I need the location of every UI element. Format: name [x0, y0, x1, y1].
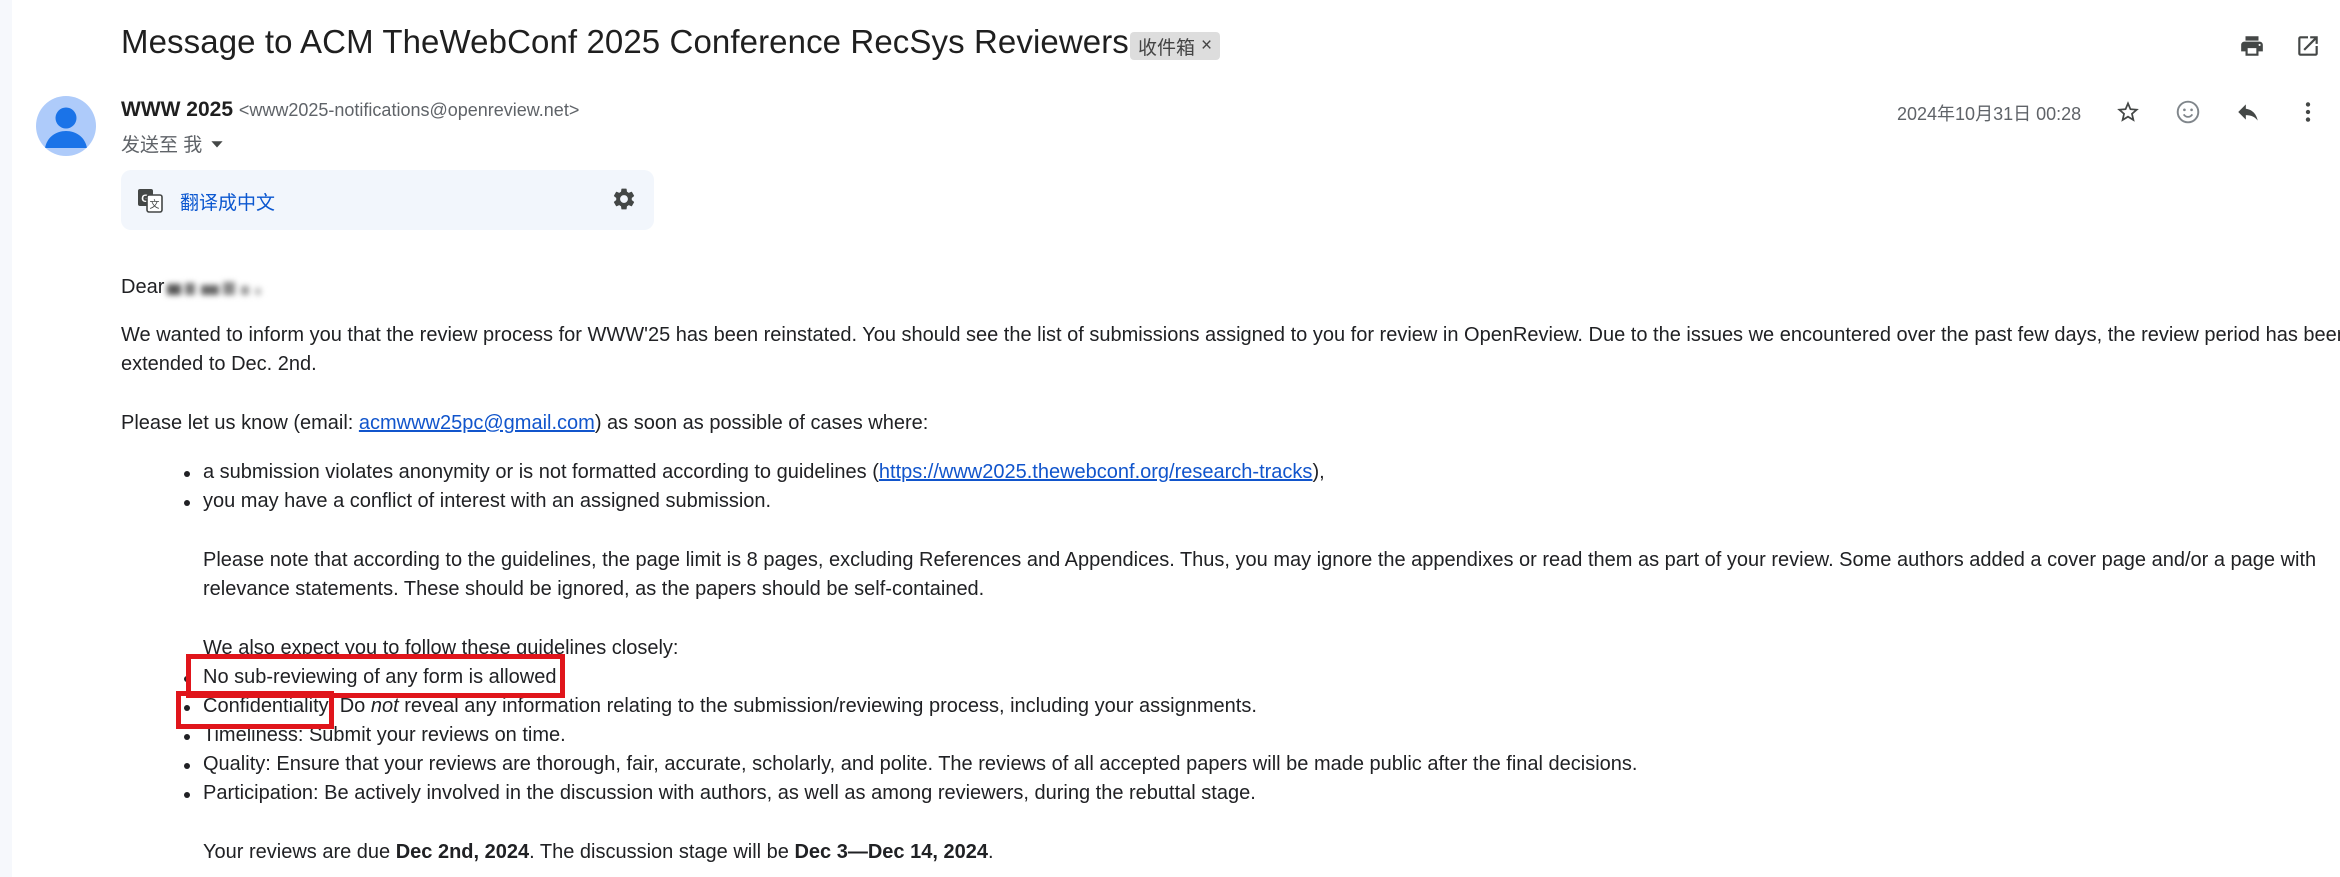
- inbox-label-text: 收件箱: [1138, 37, 1196, 59]
- bullet-dot: [184, 471, 190, 477]
- print-icon[interactable]: [2232, 26, 2272, 66]
- sender-avatar: [36, 96, 96, 156]
- emoji-reaction-icon[interactable]: [2168, 92, 2208, 132]
- p5-suffix: .: [987, 841, 994, 863]
- bullet-dot: [184, 792, 190, 798]
- greeting: Dear: [121, 276, 165, 298]
- paragraph-1-line-1: We wanted to inform you that the review …: [121, 324, 2340, 346]
- p5-middle: . The discussion stage will be: [529, 841, 795, 863]
- paragraph-1-line-2: extended to Dec. 2nd.: [121, 353, 317, 375]
- bullet-dot: [184, 734, 190, 740]
- paragraph-5: Your reviews are due Dec 2nd, 2024. The …: [203, 837, 994, 867]
- g2-emphasis: not: [370, 695, 399, 717]
- p5-prefix: Your reviews are due: [203, 841, 396, 863]
- reply-icon[interactable]: [2228, 92, 2268, 132]
- translate-link[interactable]: 翻译成中文: [180, 188, 275, 215]
- guideline-quality: Quality: Ensure that your reviews are th…: [203, 753, 1638, 775]
- translate-icon: G 文: [136, 186, 164, 219]
- paragraph-3-line-2: relevance statements. These should be ig…: [203, 578, 985, 600]
- chevron-down-icon: [211, 140, 223, 147]
- inbox-label-chip: 收件箱 ×: [1130, 32, 1221, 60]
- guideline-participation: Participation: Be actively involved in t…: [203, 782, 1256, 804]
- remove-label-button[interactable]: ×: [1201, 35, 1212, 57]
- star-icon[interactable]: [2108, 92, 2148, 132]
- discussion-dates: Dec 3—Dec 14, 2024: [794, 841, 988, 863]
- p2-prefix: Please let us know (email:: [121, 412, 359, 434]
- bullet-conflict: you may have a conflict of interest with…: [203, 490, 772, 512]
- sender-line: WWW 2025 <www2025-notifications@openrevi…: [121, 98, 579, 122]
- svg-text:文: 文: [150, 198, 160, 211]
- b1-prefix: a submission violates anonymity or is no…: [203, 461, 879, 483]
- paragraph-3-line-1: Please note that according to the guidel…: [203, 549, 2317, 571]
- paragraph-2: Please let us know (email: acmwww25pc@gm…: [121, 408, 928, 438]
- sender-name: WWW 2025: [121, 98, 234, 121]
- b1-suffix: ),: [1312, 461, 1325, 483]
- translation-settings-gear-icon[interactable]: [604, 179, 644, 219]
- sender-email: <www2025-notifications@openreview.net>: [238, 100, 580, 120]
- pc-email-link[interactable]: acmwww25pc@gmail.com: [359, 412, 595, 434]
- g2-suffix: reveal any information relating to the s…: [398, 695, 1257, 717]
- recipients-label: 发送至 我: [121, 135, 203, 156]
- more-options-icon[interactable]: [2288, 92, 2328, 132]
- bullet-dot: [184, 500, 190, 506]
- open-in-new-window-icon[interactable]: [2288, 26, 2328, 66]
- review-due-date: Dec 2nd, 2024: [395, 841, 530, 863]
- p2-suffix: ) as soon as possible of cases where:: [594, 412, 929, 434]
- bullet-dot: [184, 763, 190, 769]
- annotation-box-confidentiality: [176, 691, 334, 729]
- redacted-name: [165, 278, 285, 300]
- bullet-anonymity: a submission violates anonymity or is no…: [203, 457, 1325, 487]
- email-subject: Message to ACM TheWebConf 2025 Conferenc…: [121, 23, 1129, 60]
- recipients-dropdown[interactable]: 发送至 我: [121, 130, 224, 157]
- research-tracks-link[interactable]: https://www2025.thewebconf.org/research-…: [879, 461, 1313, 483]
- left-edge-strip: [0, 0, 12, 877]
- email-date: 2024年10月31日 00:28: [1897, 104, 2082, 124]
